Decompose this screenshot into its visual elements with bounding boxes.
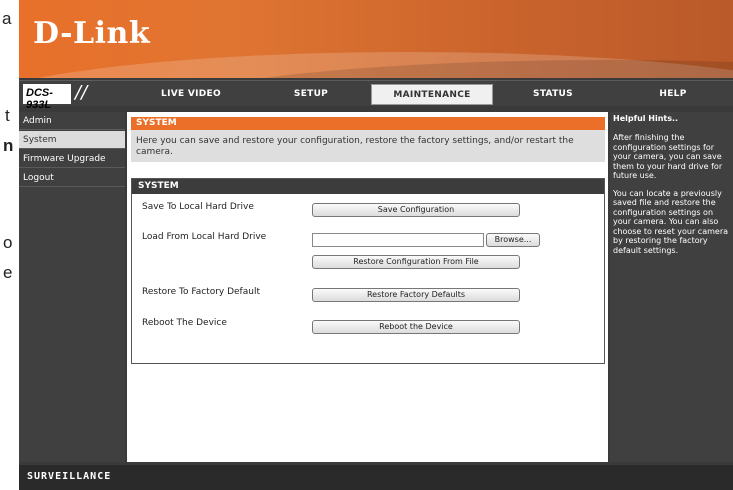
camera-web-ui: D-Link DCS-933L // LIVE VIDEO SETUP MAIN… xyxy=(19,0,733,490)
doc-text-fragment: n xyxy=(3,136,14,155)
tab-status[interactable]: STATUS xyxy=(493,84,613,105)
browse-button[interactable]: Browse... xyxy=(486,233,540,247)
panel-title: SYSTEM xyxy=(132,179,604,194)
doc-text-fragment: e xyxy=(3,263,13,282)
main-content: SYSTEM Here you can save and restore you… xyxy=(127,112,608,462)
load-label: Load From Local Hard Drive xyxy=(142,232,267,242)
factory-label: Restore To Factory Default xyxy=(142,287,260,297)
hints-title: Helpful Hints.. xyxy=(613,114,679,123)
sidebar-item-admin[interactable]: Admin xyxy=(19,112,125,130)
header-banner: D-Link xyxy=(19,0,733,78)
screenshot-stage: D-Link DCS-933L // LIVE VIDEO SETUP MAIN… xyxy=(0,0,733,490)
reboot-device-button[interactable]: Reboot the Device xyxy=(312,320,520,334)
sidebar-item-system[interactable]: System xyxy=(19,131,125,149)
section-title: SYSTEM xyxy=(131,117,605,130)
tab-live-video[interactable]: LIVE VIDEO xyxy=(131,84,251,105)
footer: SURVEILLANCE xyxy=(19,465,733,490)
hint-restore: You can locate a previously saved file a… xyxy=(613,188,729,255)
slash-decoration: // xyxy=(75,82,88,103)
restore-config-from-file-button[interactable]: Restore Configuration From File xyxy=(312,255,520,269)
save-label: Save To Local Hard Drive xyxy=(142,202,254,212)
tab-help[interactable]: HELP xyxy=(613,84,733,105)
reboot-label: Reboot The Device xyxy=(142,318,227,328)
doc-text-fragment: t xyxy=(5,106,10,125)
model-badge: DCS-933L // xyxy=(23,82,123,111)
helpful-hints-panel: Helpful Hints.. After finishing the conf… xyxy=(610,112,733,462)
sidebar-item-firmware-upgrade[interactable]: Firmware Upgrade xyxy=(19,150,125,168)
save-configuration-button[interactable]: Save Configuration xyxy=(312,203,520,217)
model-label: DCS-933L xyxy=(23,84,71,111)
dlink-logo: D-Link xyxy=(33,16,151,51)
top-nav: DCS-933L // LIVE VIDEO SETUP MAINTENANCE… xyxy=(19,80,733,111)
sidebar-item-logout[interactable]: Logout xyxy=(19,169,125,187)
doc-text-fragment: o xyxy=(3,233,13,252)
section-description: Here you can save and restore your confi… xyxy=(131,130,605,162)
tab-maintenance[interactable]: MAINTENANCE xyxy=(371,84,493,105)
surveillance-label: SURVEILLANCE xyxy=(27,471,112,482)
config-file-input[interactable] xyxy=(312,233,484,247)
restore-factory-defaults-button[interactable]: Restore Factory Defaults xyxy=(312,288,520,302)
sidebar: Admin System Firmware Upgrade Logout xyxy=(19,112,125,462)
doc-text-fragment: a xyxy=(2,9,12,28)
system-panel: SYSTEM Save To Local Hard Drive Save Con… xyxy=(131,178,605,364)
tab-setup[interactable]: SETUP xyxy=(251,84,371,105)
hint-save: After finishing the configuration settin… xyxy=(613,133,723,180)
